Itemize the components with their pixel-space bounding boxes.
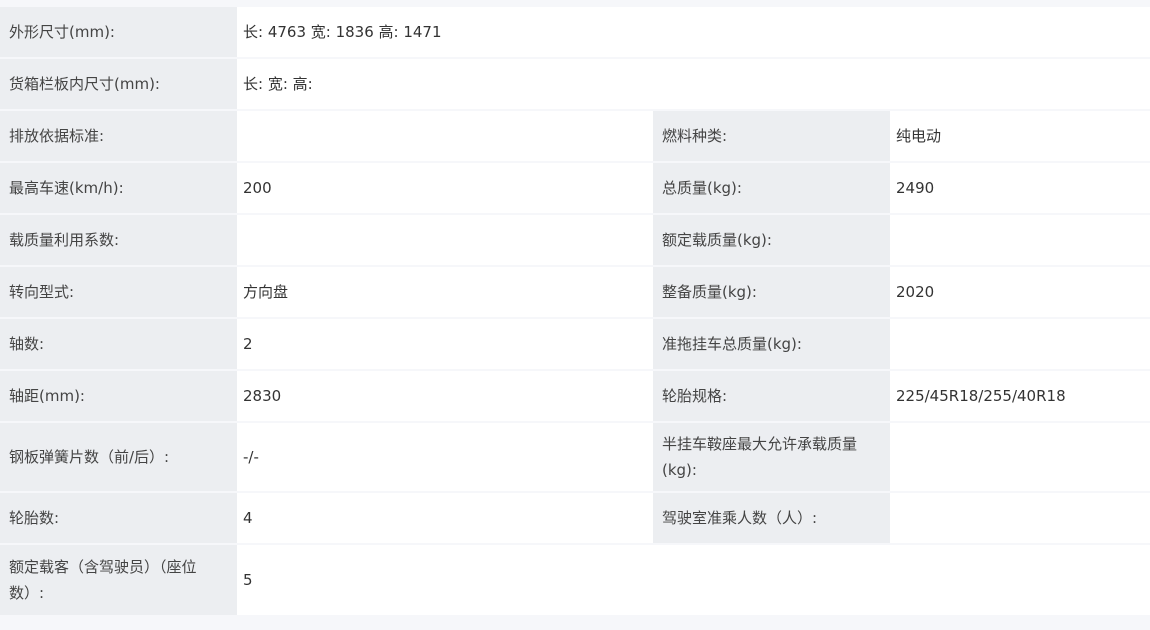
table-row: 最高车速(km/h): 200 总质量(kg): 2490	[0, 163, 1150, 215]
spec-value	[890, 493, 1150, 545]
spec-label: 最高车速(km/h):	[0, 163, 237, 215]
spec-label: 额定载客（含驾驶员）（座位数）:	[0, 545, 237, 617]
table-row: 转向型式: 方向盘 整备质量(kg): 2020	[0, 267, 1150, 319]
spec-label: 燃料种类:	[653, 111, 890, 163]
spec-value: 5	[237, 545, 1150, 617]
spec-label: 总质量(kg):	[653, 163, 890, 215]
spec-label: 半挂车鞍座最大允许承载质量(kg):	[653, 423, 890, 493]
table-row: 钢板弹簧片数（前/后）: -/- 半挂车鞍座最大允许承载质量(kg):	[0, 423, 1150, 493]
table-row: 轴距(mm): 2830 轮胎规格: 225/45R18/255/40R18	[0, 371, 1150, 423]
spec-label: 驾驶室准乘人数（人）:	[653, 493, 890, 545]
spec-value: 225/45R18/255/40R18	[890, 371, 1150, 423]
spec-value: 2	[237, 319, 653, 371]
table-row: 额定载客（含驾驶员）（座位数）: 5	[0, 545, 1150, 617]
spec-value: 2490	[890, 163, 1150, 215]
spec-label: 额定载质量(kg):	[653, 215, 890, 267]
spec-value: 方向盘	[237, 267, 653, 319]
spec-value: -/-	[237, 423, 653, 493]
spec-label: 整备质量(kg):	[653, 267, 890, 319]
spec-label: 轴数:	[0, 319, 237, 371]
spec-value: 长: 宽: 高:	[237, 59, 1150, 111]
spec-label: 排放依据标准:	[0, 111, 237, 163]
spec-value: 4	[237, 493, 653, 545]
spec-value: 200	[237, 163, 653, 215]
table-row: 外形尺寸(mm): 长: 4763 宽: 1836 高: 1471	[0, 7, 1150, 59]
spec-value	[237, 111, 653, 163]
spec-label: 准拖挂车总质量(kg):	[653, 319, 890, 371]
table-row: 货箱栏板内尺寸(mm): 长: 宽: 高:	[0, 59, 1150, 111]
spec-value	[890, 319, 1150, 371]
table-row: 轴数: 2 准拖挂车总质量(kg):	[0, 319, 1150, 371]
vehicle-spec-table: 外形尺寸(mm): 长: 4763 宽: 1836 高: 1471 货箱栏板内尺…	[0, 7, 1150, 617]
spec-value: 纯电动	[890, 111, 1150, 163]
spec-value: 2830	[237, 371, 653, 423]
table-row: 排放依据标准: 燃料种类: 纯电动	[0, 111, 1150, 163]
spec-value: 2020	[890, 267, 1150, 319]
spec-label: 货箱栏板内尺寸(mm):	[0, 59, 237, 111]
spec-value	[890, 423, 1150, 493]
spec-value	[890, 215, 1150, 267]
spec-value: 长: 4763 宽: 1836 高: 1471	[237, 7, 1150, 59]
table-row: 轮胎数: 4 驾驶室准乘人数（人）:	[0, 493, 1150, 545]
spec-label: 轮胎规格:	[653, 371, 890, 423]
spec-label: 轴距(mm):	[0, 371, 237, 423]
spec-label: 钢板弹簧片数（前/后）:	[0, 423, 237, 493]
spec-label: 载质量利用系数:	[0, 215, 237, 267]
spec-label: 轮胎数:	[0, 493, 237, 545]
table-row: 载质量利用系数: 额定载质量(kg):	[0, 215, 1150, 267]
spec-value	[237, 215, 653, 267]
spec-label: 转向型式:	[0, 267, 237, 319]
spec-label: 外形尺寸(mm):	[0, 7, 237, 59]
